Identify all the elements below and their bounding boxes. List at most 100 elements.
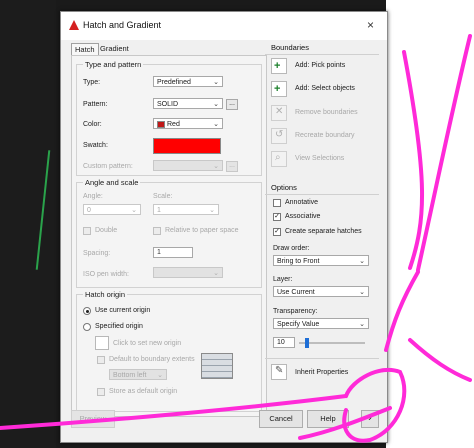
relative-paper-checkbox[interactable] — [153, 227, 161, 235]
tab-gradient[interactable]: Gradient — [97, 43, 132, 54]
add-select-objects-button[interactable]: + — [271, 81, 287, 97]
transparency-value: Specify Value — [277, 321, 320, 328]
layer-value: Use Current — [277, 289, 315, 296]
spacing-label: Spacing: — [83, 250, 111, 257]
set-origin-button[interactable] — [95, 336, 109, 350]
scale-value: 1 — [157, 207, 161, 214]
transparency-number-input[interactable]: 10 — [273, 337, 295, 348]
transparency-select[interactable]: Specify Value ⌄ — [273, 318, 369, 329]
specified-origin-radio[interactable] — [83, 323, 91, 331]
view-selections-button[interactable]: ⌕ — [271, 151, 287, 167]
cancel-button[interactable]: Cancel — [259, 410, 303, 428]
brush-icon: ✎ — [275, 365, 284, 376]
close-button[interactable]: × — [367, 18, 374, 32]
remove-icon: ✕ — [275, 106, 284, 117]
hatch-origin-group: Hatch origin Use current origin Specifie… — [76, 290, 262, 412]
swatch-preview[interactable] — [153, 138, 221, 154]
add-select-objects-label: Add: Select objects — [295, 85, 355, 92]
specified-origin-label: Specified origin — [95, 323, 143, 330]
transparency-slider-thumb[interactable] — [305, 338, 310, 348]
default-extents-checkbox[interactable] — [97, 356, 105, 364]
iso-pen-select[interactable]: ⌄ — [153, 267, 223, 278]
inherit-properties-button[interactable]: ✎ — [271, 364, 287, 380]
double-checkbox[interactable] — [83, 227, 91, 235]
chevron-down-icon: ⌄ — [213, 270, 219, 277]
draw-order-value: Bring to Front — [277, 258, 320, 265]
color-select-value: Red — [167, 121, 180, 128]
angle-value: 0 — [87, 207, 91, 214]
type-pattern-group: Type and pattern Type: Predefined ⌄ Patte… — [76, 60, 262, 176]
angle-select[interactable]: 0 ⌄ — [83, 204, 141, 215]
iso-pen-label: ISO pen width: — [83, 271, 129, 278]
options-divider — [265, 194, 379, 195]
use-current-origin-label: Use current origin — [95, 307, 151, 314]
inherit-divider — [265, 358, 379, 359]
extents-value: Bottom left — [113, 372, 147, 379]
spacing-input[interactable]: 1 — [153, 247, 193, 258]
layer-select[interactable]: Use Current ⌄ — [273, 286, 369, 297]
annotative-label: Annotative — [285, 199, 319, 206]
autocad-logo-icon — [69, 20, 79, 30]
layer-label: Layer: — [273, 276, 293, 283]
add-pick-points-button[interactable]: + — [271, 58, 287, 74]
recreate-icon: ↺ — [275, 129, 284, 140]
remove-boundaries-label: Remove boundaries — [295, 109, 358, 116]
chevron-down-icon: ⌄ — [359, 289, 365, 296]
use-current-origin-radio[interactable] — [83, 307, 91, 315]
hatch-origin-title: Hatch origin — [83, 290, 128, 299]
separate-hatches-label: Create separate hatches — [285, 228, 362, 235]
more-options-button[interactable]: › — [361, 410, 379, 428]
store-default-label: Store as default origin — [109, 388, 178, 395]
angle-scale-group: Angle and scale Angle: 0 ⌄ Scale: 1 ⌄ Doub… — [76, 178, 262, 288]
chevron-down-icon: ⌄ — [209, 207, 215, 214]
associative-checkbox[interactable]: ✓ — [273, 213, 281, 221]
remove-boundaries-button[interactable]: ✕ — [271, 105, 287, 121]
chevron-down-icon: ⌄ — [213, 101, 219, 108]
double-label: Double — [95, 227, 118, 234]
help-button[interactable]: Help — [307, 410, 349, 428]
tab-hatch[interactable]: Hatch — [71, 43, 99, 55]
hatch-gradient-dialog: Hatch and Gradient × Hatch Gradient Type… — [60, 11, 388, 443]
pattern-browse-button[interactable]: ... — [226, 99, 238, 110]
preview-button[interactable]: Preview — [71, 410, 115, 428]
custom-pattern-browse-button[interactable]: ... — [226, 161, 238, 172]
type-select-value: Predefined — [157, 79, 191, 86]
title-bar: Hatch and Gradient × — [61, 12, 387, 40]
draw-order-label: Draw order: — [273, 245, 310, 252]
chevron-down-icon: ⌄ — [213, 79, 219, 86]
scale-select[interactable]: 1 ⌄ — [153, 204, 219, 215]
hatch-panel: Type and pattern Type: Predefined ⌄ Patte… — [71, 55, 267, 417]
plus-icon: + — [274, 60, 281, 72]
pattern-select[interactable]: SOLID ⌄ — [153, 98, 223, 109]
chevron-down-icon: ⌄ — [213, 121, 219, 128]
type-select[interactable]: Predefined ⌄ — [153, 76, 223, 87]
draw-order-select[interactable]: Bring to Front ⌄ — [273, 255, 369, 266]
boundaries-title: Boundaries — [271, 43, 309, 52]
inherit-properties-label: Inherit Properties — [295, 369, 349, 376]
magnifier-icon: ⌕ — [275, 152, 281, 163]
type-label: Type: — [83, 79, 101, 86]
color-select[interactable]: Red ⌄ — [153, 118, 223, 129]
color-swatch-icon — [157, 121, 165, 128]
chevron-down-icon: ⌄ — [157, 372, 163, 379]
chevron-down-icon: ⌄ — [213, 163, 219, 170]
chevron-down-icon: ⌄ — [131, 207, 137, 214]
boundaries-divider — [265, 54, 379, 55]
custom-pattern-select[interactable]: ⌄ — [153, 160, 223, 171]
type-pattern-title: Type and pattern — [83, 60, 144, 69]
pattern-select-value: SOLID — [157, 101, 179, 108]
view-selections-label: View Selections — [295, 155, 345, 162]
separate-hatches-checkbox[interactable]: ✓ — [273, 228, 281, 236]
color-label: Color: — [83, 121, 102, 128]
custom-pattern-label: Custom pattern: — [83, 163, 133, 170]
associative-label: Associative — [285, 213, 321, 220]
transparency-label: Transparency: — [273, 308, 318, 315]
drawing-canvas-right — [386, 0, 474, 448]
recreate-boundary-button[interactable]: ↺ — [271, 128, 287, 144]
default-extents-label: Default to boundary extents — [109, 356, 195, 363]
angle-scale-title: Angle and scale — [83, 178, 141, 187]
relative-paper-label: Relative to paper space — [165, 227, 239, 234]
annotative-checkbox[interactable] — [273, 199, 281, 207]
extents-select[interactable]: Bottom left ⌄ — [109, 369, 167, 380]
store-default-checkbox[interactable] — [97, 388, 105, 396]
